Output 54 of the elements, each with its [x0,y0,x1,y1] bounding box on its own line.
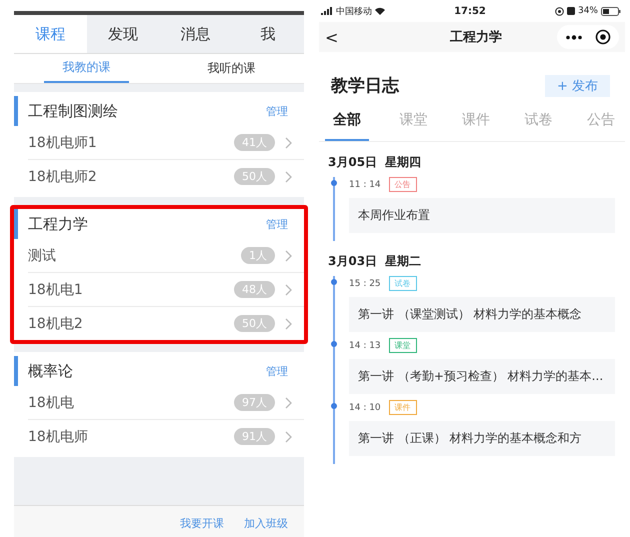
battery-icon [600,6,621,16]
chevron-icon [285,284,292,296]
entry-time: 15 : 25 [349,278,381,288]
back-button[interactable]: < [325,28,385,46]
more-icon[interactable] [565,34,583,40]
page-title: 工程力学 [449,29,503,46]
entry-time: 14 : 13 [349,340,381,350]
clock-time: 17:52 [454,6,486,16]
course-title: 概率论 [28,362,73,380]
close-icon[interactable] [595,29,611,45]
type-tag: 课件 [388,400,417,415]
carrier-name: 中国移动 [336,6,372,18]
battery-percent: 34% [578,6,598,16]
class-name[interactable]: 18机电2 [28,314,234,332]
course-tab[interactable]: 我听的课 [189,54,274,83]
section-title: 教学日志 [331,75,399,97]
chevron-icon [285,136,292,148]
timeline-dot [331,403,337,409]
class-name[interactable]: 测试 [28,246,241,264]
signal-icon [321,7,333,15]
log-entry[interactable]: 第一讲 （课堂测试） 材料力学的基本概念 [349,297,615,332]
nav-tab[interactable]: 我 [232,15,304,53]
wifi-icon [375,7,385,15]
chevron-icon [285,170,292,182]
weekday-label: 星期四 [385,154,422,171]
timeline-dot [331,279,337,285]
capsule-menu[interactable] [557,25,619,49]
class-name[interactable]: 18机电1 [28,280,234,298]
date-label: 3月03日 [328,253,378,270]
chevron-icon [285,250,292,262]
class-name[interactable]: 18机电师 [28,428,234,446]
chevron-icon [285,396,292,408]
type-tag: 公告 [388,177,417,192]
date-label: 3月05日 [328,154,378,171]
class-name[interactable]: 18机电 [28,394,234,412]
class-name[interactable]: 18机电师2 [28,168,234,186]
nav-tab[interactable]: 发现 [86,15,159,53]
type-tag: 课堂 [388,338,417,353]
timeline-dot [331,341,337,347]
entry-time: 11 : 14 [349,180,381,190]
class-name[interactable]: 18机电师1 [28,134,234,152]
entry-time: 14 : 10 [349,402,381,412]
timeline-dot [331,180,337,186]
nav-tab[interactable]: 消息 [159,15,232,53]
weekday-label: 星期二 [385,253,422,270]
type-tag: 试卷 [388,276,417,291]
chevron-icon [285,430,292,442]
log-entry[interactable]: 第一讲 （正课） 材料力学的基本概念和方 [349,421,615,456]
filter-tab[interactable]: 全部 [325,111,369,141]
log-entry[interactable]: 本周作业布置 [349,198,615,233]
log-entry[interactable]: 第一讲 （考勤+预习检查） 材料力学的基本... [349,359,615,394]
course-title: 工程制图测绘 [28,102,118,120]
chevron-icon [285,318,292,330]
course-title: 工程力学 [28,214,88,234]
